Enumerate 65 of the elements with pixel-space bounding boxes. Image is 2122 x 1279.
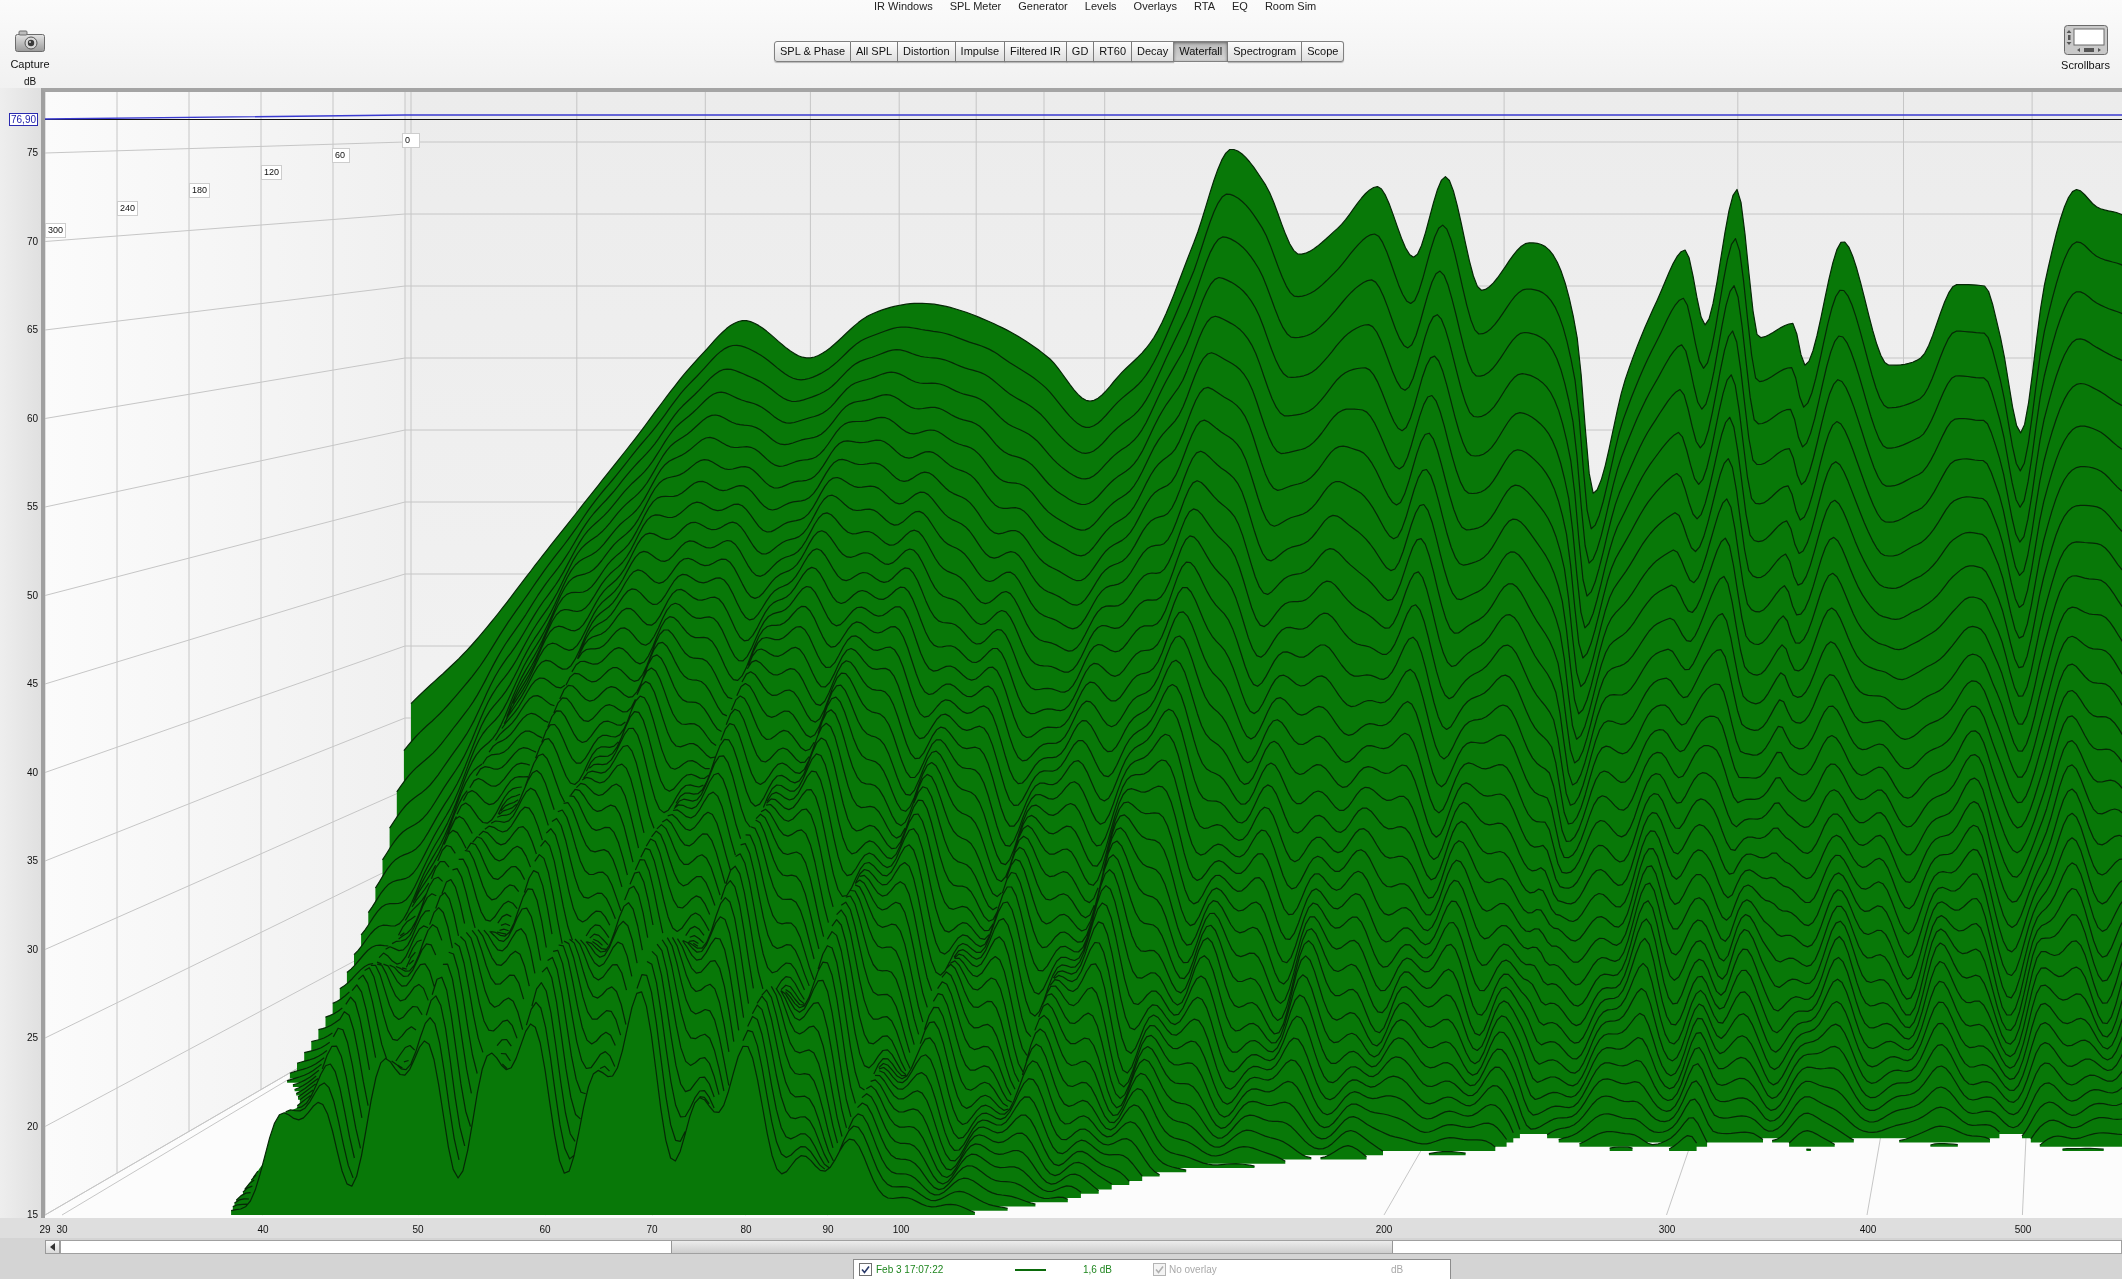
x-tick-label: 300 bbox=[1658, 1224, 1676, 1236]
scroll-left-button[interactable] bbox=[45, 1240, 60, 1254]
y-tick-label: 15 bbox=[26, 1209, 38, 1221]
x-tick-label: 30 bbox=[56, 1224, 68, 1236]
x-tick-label: 40 bbox=[257, 1224, 269, 1236]
legend-value: 1,6 dB bbox=[1083, 1263, 1113, 1276]
time-tick-label: 60 bbox=[332, 148, 350, 163]
view-tab[interactable]: RT60 bbox=[1094, 41, 1133, 62]
view-tab[interactable]: Distortion bbox=[898, 41, 956, 62]
toolbar-button[interactable]: Generator bbox=[1018, 0, 1068, 12]
toolbar-button[interactable]: Room Sim bbox=[1264, 0, 1317, 12]
x-tick-label: 70 bbox=[646, 1224, 658, 1236]
legend-label: No overlay bbox=[1169, 1263, 1218, 1276]
left-arrow-icon bbox=[50, 1243, 55, 1251]
x-tick-label: 29 bbox=[39, 1224, 51, 1236]
time-tick-label: 240 bbox=[117, 201, 139, 216]
axis-unit-label: dB bbox=[23, 76, 37, 88]
view-tab[interactable]: SPL & Phase bbox=[774, 41, 852, 62]
view-tab[interactable]: All SPL bbox=[851, 41, 899, 62]
cursor-readout: 76,90 bbox=[9, 113, 39, 126]
view-tab[interactable]: Decay bbox=[1132, 41, 1175, 62]
y-tick-label: 65 bbox=[26, 324, 38, 336]
toolbar-button[interactable]: Levels bbox=[1084, 0, 1117, 12]
y-tick-label: 30 bbox=[26, 943, 38, 956]
capture-button[interactable]: Capture bbox=[10, 30, 50, 70]
x-tick-label: 80 bbox=[740, 1224, 752, 1236]
x-tick-label: 90 bbox=[822, 1224, 834, 1236]
x-tick-label: 50 bbox=[412, 1224, 424, 1236]
time-tick-label: 300 bbox=[45, 223, 67, 238]
y-tick-label: 20 bbox=[26, 1120, 38, 1133]
legend-label: Feb 3 17:07:22 bbox=[876, 1263, 945, 1276]
y-tick-label: 75 bbox=[26, 147, 38, 159]
x-tick-label: 200 bbox=[1375, 1224, 1393, 1236]
toolbar-button[interactable]: IR Windows bbox=[874, 0, 933, 12]
scrollbar-thumb[interactable] bbox=[671, 1241, 1393, 1253]
toolbar-button[interactable]: EQ bbox=[1232, 0, 1248, 12]
x-tick-label: 100 bbox=[892, 1224, 910, 1236]
view-tab[interactable]: Scope bbox=[1302, 41, 1345, 62]
x-tick-label: 400 bbox=[1859, 1224, 1877, 1236]
y-tick-label: 45 bbox=[26, 678, 38, 690]
toolbar-button[interactable]: SPL Meter bbox=[949, 0, 1002, 12]
view-tab[interactable]: Spectrogram bbox=[1228, 41, 1303, 62]
y-tick-label: 50 bbox=[26, 589, 38, 602]
view-tab[interactable]: GD bbox=[1066, 41, 1095, 62]
time-tick-label: 120 bbox=[261, 165, 283, 180]
y-tick-label: 70 bbox=[26, 235, 38, 248]
view-tab[interactable]: Waterfall bbox=[1174, 41, 1229, 62]
time-tick-label: 0 bbox=[402, 133, 420, 148]
y-tick-label: 60 bbox=[26, 412, 38, 425]
checkbox[interactable] bbox=[859, 1263, 872, 1276]
x-tick-label: 60 bbox=[539, 1224, 551, 1236]
y-tick-label: 40 bbox=[26, 766, 38, 779]
scrollbars-button[interactable]: Scrollbars bbox=[2061, 25, 2110, 88]
window-scrollbars-icon bbox=[2063, 25, 2108, 55]
x-tick-label: 500 bbox=[2014, 1224, 2032, 1236]
toolbar-button[interactable]: Overlays bbox=[1133, 0, 1177, 12]
y-tick-label: 25 bbox=[26, 1032, 38, 1044]
view-tab[interactable]: Filtered IR bbox=[1005, 41, 1067, 62]
y-tick-label: 35 bbox=[26, 855, 38, 867]
legend-value: dB bbox=[1391, 1263, 1404, 1276]
camera-icon bbox=[15, 30, 45, 52]
y-tick-label: 55 bbox=[26, 501, 38, 513]
view-tab[interactable]: Impulse bbox=[955, 41, 1006, 62]
toolbar-button[interactable]: RTA bbox=[1194, 0, 1215, 12]
time-tick-label: 180 bbox=[189, 183, 211, 198]
